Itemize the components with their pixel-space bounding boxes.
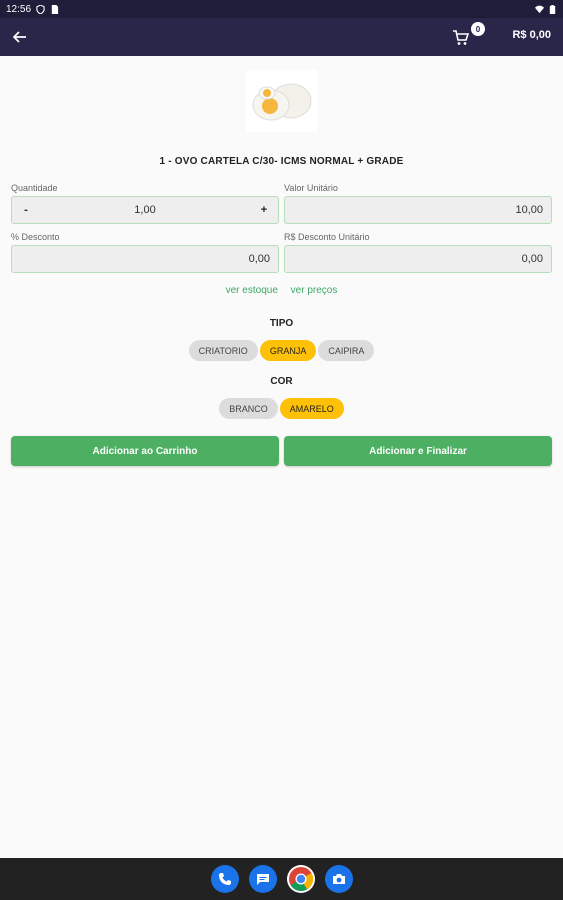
phone-app[interactable] (210, 865, 239, 893)
unit-value-field[interactable]: 10,00 (284, 196, 552, 224)
add-to-cart-button[interactable]: Adicionar ao Carrinho (11, 436, 279, 466)
tipo-chips: CRIATORIO GRANJA CAIPIRA (0, 340, 563, 361)
see-prices-link[interactable]: ver preços (291, 285, 338, 296)
discount-unit-field[interactable]: 0,00 (284, 245, 552, 273)
status-time: 12:56 (6, 3, 32, 15)
discount-unit-value: 0,00 (521, 253, 543, 265)
wifi-icon (535, 5, 544, 13)
discount-unit-label: R$ Desconto Unitário (284, 232, 370, 242)
discount-percent-value: 0,00 (248, 253, 270, 265)
shield-icon (36, 4, 45, 14)
app-bar: 0 R$ 0,00 (0, 18, 563, 56)
cor-chip-branco[interactable]: BRANCO (219, 398, 278, 419)
stock-price-links: ver estoque ver preços (0, 285, 563, 296)
cart-total: R$ 0,00 (512, 29, 551, 41)
messages-icon (256, 874, 269, 885)
see-stock-link[interactable]: ver estoque (226, 285, 278, 296)
chrome-app[interactable] (286, 865, 315, 893)
cart-count-badge: 0 (471, 22, 485, 36)
tipo-chip-granja[interactable]: GRANJA (259, 340, 317, 361)
sim-card-icon (51, 4, 59, 14)
unit-value-label: Valor Unitário (284, 183, 338, 193)
add-and-finish-button[interactable]: Adicionar e Finalizar (284, 436, 552, 466)
cor-chips: BRANCO AMARELO (0, 398, 563, 419)
chrome-icon (288, 867, 313, 892)
discount-percent-label: % Desconto (11, 232, 60, 242)
quantity-value[interactable]: 1,00 (40, 204, 250, 216)
quantity-stepper: - 1,00 + (11, 196, 279, 224)
messages-app[interactable] (248, 865, 277, 893)
quantity-label: Quantidade (11, 183, 58, 193)
quantity-decrement-button[interactable]: - (12, 204, 40, 216)
product-title: 1 - OVO CARTELA C/30- ICMS NORMAL + GRAD… (159, 156, 404, 167)
tipo-chip-criatorio[interactable]: CRIATORIO (188, 340, 258, 361)
cor-title: COR (270, 376, 293, 387)
boiled-egg-image (252, 83, 312, 121)
system-dock (0, 858, 563, 900)
tipo-title: TIPO (269, 318, 294, 329)
cart-icon (453, 30, 470, 45)
back-button[interactable] (0, 18, 40, 56)
cor-chip-amarelo[interactable]: AMARELO (279, 398, 344, 419)
camera-icon (332, 874, 345, 884)
discount-percent-field[interactable]: 0,00 (11, 245, 279, 273)
battery-icon (549, 4, 556, 14)
status-bar: 12:56 (0, 0, 563, 18)
product-image (246, 70, 318, 132)
phone-icon (218, 873, 231, 885)
back-arrow-icon (13, 31, 26, 43)
quantity-increment-button[interactable]: + (250, 204, 278, 216)
camera-app[interactable] (324, 865, 353, 893)
unit-value: 10,00 (515, 204, 543, 216)
tipo-chip-caipira[interactable]: CAIPIRA (318, 340, 375, 361)
